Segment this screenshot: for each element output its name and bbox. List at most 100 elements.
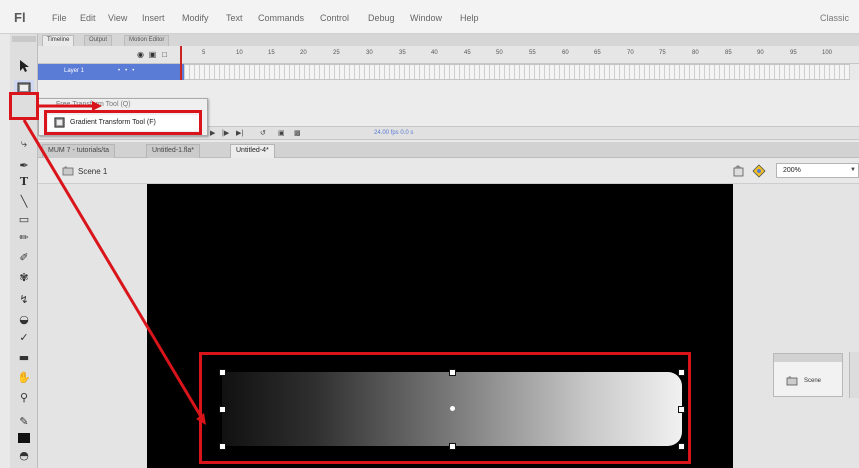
panel-collapse-strip[interactable]: [849, 352, 859, 398]
transform-handle[interactable]: [449, 443, 456, 450]
pencil-tool-icon[interactable]: ✏: [14, 230, 34, 245]
document-tab[interactable]: MUM 7 - tutorials/ta: [42, 144, 116, 158]
stroke-color-icon[interactable]: ✎: [14, 414, 34, 429]
rectangle-tool-icon[interactable]: ▭: [14, 212, 34, 227]
scene-panel-icon[interactable]: [786, 375, 798, 387]
frame-number: 30: [366, 50, 373, 56]
edit-multiple-frames-icon[interactable]: ▩: [294, 129, 301, 137]
fill-color-icon[interactable]: [14, 430, 34, 445]
transform-center-point[interactable]: [450, 406, 455, 411]
eraser-icon[interactable]: ▬: [14, 350, 34, 365]
frame-track[interactable]: [184, 64, 850, 80]
frame-number: 95: [790, 50, 797, 56]
text-tool-icon[interactable]: T: [14, 174, 34, 189]
eyedropper-icon[interactable]: ✓: [14, 330, 34, 345]
edit-symbols-icon[interactable]: [752, 164, 766, 178]
timeline-header: ◉ ▣ □ 5 10 15 20 25 30 35 40 45 50 55 60…: [38, 46, 859, 64]
transform-handle[interactable]: [219, 369, 226, 376]
document-tab-bar: MUM 7 - tutorials/ta Untitled-1.fla* Unt…: [38, 142, 859, 158]
menu-window[interactable]: Window: [410, 13, 442, 23]
edit-bar: Scene 1 200% ▼: [38, 158, 859, 184]
menu-text[interactable]: Text: [226, 13, 243, 23]
frame-number: 65: [594, 50, 601, 56]
tools-panel-grip[interactable]: [12, 36, 36, 42]
frame-number: 40: [431, 50, 438, 56]
chevron-down-icon: ▼: [850, 167, 856, 173]
tab-motion-editor[interactable]: Motion Editor: [124, 35, 170, 46]
transform-handle[interactable]: [678, 406, 685, 413]
playhead-marker[interactable]: [180, 46, 186, 80]
brush-tool-icon[interactable]: ✐: [14, 250, 34, 265]
zoom-value: 200%: [783, 167, 801, 174]
deco-tool-icon[interactable]: ✾: [14, 270, 34, 285]
scene-label[interactable]: Scene 1: [78, 167, 107, 176]
frame-number: 75: [659, 50, 666, 56]
tab-output[interactable]: Output: [84, 35, 113, 46]
frame-number: 85: [725, 50, 732, 56]
tab-timeline[interactable]: Timeline: [42, 35, 75, 46]
workspace-switcher[interactable]: Classic: [820, 13, 849, 23]
zoom-tool-icon[interactable]: ⚲: [14, 390, 34, 405]
go-to-end-icon[interactable]: ▶|: [236, 129, 243, 137]
step-forward-icon[interactable]: |▶: [222, 129, 229, 137]
frame-number: 5: [202, 50, 206, 56]
document-tab[interactable]: Untitled-1.fla*: [146, 144, 201, 158]
fps-readout[interactable]: 24.00 fps 0.0 s: [374, 130, 413, 136]
selection-arrow-icon[interactable]: [14, 58, 34, 73]
frame-number: 100: [822, 50, 833, 56]
menu-insert[interactable]: Insert: [142, 13, 165, 23]
lasso-tool-icon[interactable]: ⤷: [14, 136, 34, 151]
paint-bucket-swatch-icon[interactable]: ◓: [14, 448, 34, 463]
lock-icon[interactable]: ▣: [148, 50, 157, 59]
frame-number: 25: [333, 50, 340, 56]
menu-view[interactable]: View: [108, 13, 127, 23]
hand-tool-icon[interactable]: ✋: [14, 370, 34, 385]
gradient-transform-icon[interactable]: [14, 80, 34, 95]
menu-help[interactable]: Help: [460, 13, 479, 23]
layer-toggles[interactable]: •••: [118, 68, 139, 74]
frame-number: 90: [757, 50, 764, 56]
layer-row[interactable]: Layer 1 •••: [38, 64, 184, 80]
transform-handle[interactable]: [219, 406, 226, 413]
zoom-select[interactable]: 200% ▼: [776, 163, 859, 178]
transform-handle[interactable]: [678, 443, 685, 450]
pen-tool-icon[interactable]: ✒: [14, 158, 34, 173]
bone-tool-icon[interactable]: ↯: [14, 292, 34, 307]
menu-file[interactable]: File: [52, 13, 67, 23]
paint-bucket-icon[interactable]: ◒: [14, 312, 34, 327]
line-tool-icon[interactable]: ╲: [14, 194, 34, 209]
play-icon[interactable]: ▶: [210, 129, 215, 137]
app-logo: Fl: [14, 10, 26, 25]
frame-number: 60: [562, 50, 569, 56]
transform-handle[interactable]: [449, 369, 456, 376]
document-tab-active[interactable]: Untitled-4*: [230, 144, 275, 158]
menu-modify[interactable]: Modify: [182, 13, 209, 23]
gradient-transform-icon: [54, 117, 65, 128]
edit-scene-icon[interactable]: [732, 164, 746, 178]
center-frame-icon[interactable]: ↺: [260, 129, 266, 137]
flyout-ghost-label: Free Transform Tool (Q): [56, 101, 131, 108]
menu-control[interactable]: Control: [320, 13, 349, 23]
eye-icon[interactable]: ◉: [136, 50, 145, 59]
gradient-transform-label[interactable]: Gradient Transform Tool (F): [70, 119, 156, 126]
outline-icon[interactable]: □: [160, 50, 169, 59]
panel-title-bar[interactable]: [774, 354, 842, 362]
frame-number: 10: [236, 50, 243, 56]
onion-skin-icon[interactable]: ▣: [278, 129, 285, 137]
scene-panel-label[interactable]: Scene: [804, 378, 821, 384]
scene-panel: Scene: [773, 353, 843, 397]
frame-number: 35: [399, 50, 406, 56]
flash-app-window: Fl File Edit View Insert Modify Text Com…: [0, 0, 859, 468]
frame-number: 20: [300, 50, 307, 56]
frame-number: 50: [496, 50, 503, 56]
transform-handle[interactable]: [219, 443, 226, 450]
timeline-tab-bar: Timeline Output Motion Editor: [38, 34, 859, 46]
transform-handle[interactable]: [678, 369, 685, 376]
menu-debug[interactable]: Debug: [368, 13, 395, 23]
frame-number: 15: [268, 50, 275, 56]
menu-edit[interactable]: Edit: [80, 13, 96, 23]
layer-name[interactable]: Layer 1: [64, 68, 84, 74]
frame-number: 80: [692, 50, 699, 56]
frame-number: 70: [627, 50, 634, 56]
menu-commands[interactable]: Commands: [258, 13, 304, 23]
